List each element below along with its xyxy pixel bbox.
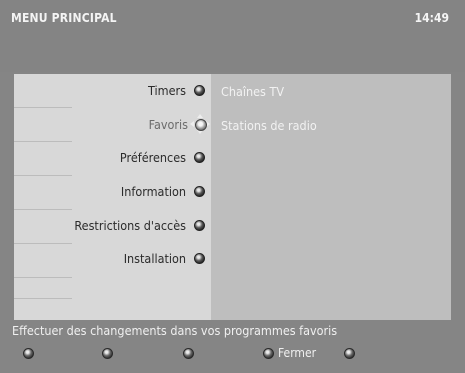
submenu-panel	[211, 74, 451, 320]
menu-item-timers[interactable]: Timers	[148, 80, 205, 100]
menu-item-preferences[interactable]: Préférences	[120, 147, 205, 167]
navigation-cursor-icon	[190, 114, 210, 134]
knob-icon	[194, 185, 205, 197]
menu-item-label: Préférences	[119, 149, 186, 165]
footer-key-3[interactable]	[183, 344, 198, 362]
knob-icon	[263, 347, 274, 359]
tv-menu-screen: MENU PRINCIPAL 14:49 Timers Favoris Préf…	[0, 0, 465, 373]
knob-icon	[344, 347, 355, 359]
knob-icon	[183, 347, 194, 359]
menu-item-label: Information	[120, 183, 186, 199]
menu-separator	[14, 209, 72, 210]
knob-icon	[194, 252, 205, 264]
knob-icon	[194, 219, 205, 231]
knob-icon	[194, 84, 205, 96]
menu-item-label: Restrictions d'accès	[74, 217, 186, 233]
menu-item-label: Favoris	[148, 116, 188, 132]
menu-item-information[interactable]: Information	[121, 181, 205, 201]
menu-separator	[14, 175, 72, 176]
menu-item-installation[interactable]: Installation	[124, 248, 205, 268]
help-text: Effectuer des changements dans vos progr…	[12, 322, 338, 338]
footer-key-5[interactable]	[344, 344, 359, 362]
knob-icon	[23, 347, 34, 359]
menu-item-label: Timers	[148, 82, 186, 98]
menu-separator	[14, 277, 72, 278]
menu-item-label: Installation	[123, 250, 186, 266]
menu-separator	[14, 107, 72, 108]
clock-time: 14:49	[414, 11, 449, 25]
menu-separator	[14, 243, 72, 244]
knob-icon	[102, 347, 113, 359]
menu-separator	[14, 298, 72, 299]
page-title: MENU PRINCIPAL	[11, 11, 117, 25]
close-label: Fermer	[278, 346, 317, 360]
submenu-item-chaines-tv[interactable]: Chaînes TV	[221, 82, 284, 100]
submenu-item-stations-radio[interactable]: Stations de radio	[221, 116, 317, 134]
footer-key-1[interactable]	[23, 344, 38, 362]
knob-icon	[194, 151, 205, 163]
header-bar: MENU PRINCIPAL 14:49	[0, 0, 465, 72]
footer-key-2[interactable]	[102, 344, 117, 362]
menu-item-restrictions[interactable]: Restrictions d'accès	[74, 215, 205, 235]
menu-item-favoris[interactable]: Favoris	[148, 114, 210, 134]
footer-key-fermer[interactable]: Fermer	[263, 344, 316, 362]
menu-separator	[14, 141, 72, 142]
